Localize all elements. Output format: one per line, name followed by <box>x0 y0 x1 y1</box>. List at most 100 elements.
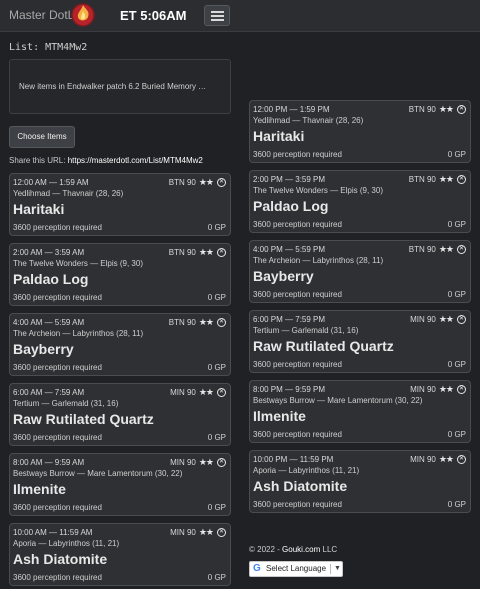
circle-x-icon[interactable]: ✕ <box>217 388 226 397</box>
card-time: 8:00 PM — 9:59 PM <box>253 385 326 394</box>
card-location: Aporia — Labyrinthos (11, 21) <box>253 466 360 475</box>
card-item-name[interactable]: Ilmenite <box>253 408 306 424</box>
circle-x-icon[interactable]: ✕ <box>457 315 466 324</box>
timer-card[interactable]: 12:00 PM — 1:59 PM BTN 90 ★★ ✕ Yedlihmad — T… <box>249 100 471 163</box>
card-location: Tertium — Garlemald (31, 16) <box>253 326 359 335</box>
card-time: 2:00 PM — 3:59 PM <box>253 175 326 184</box>
card-price: 0 GP <box>207 503 226 512</box>
share-url: Share this URL: https://masterdotl.com/L… <box>9 156 203 165</box>
stars-icon: ★★ <box>438 104 454 114</box>
circle-x-icon[interactable]: ✕ <box>217 458 226 467</box>
card-job-level: MIN 90 <box>410 315 436 324</box>
navbar: Master DotL ET 5:06AM <box>0 0 480 32</box>
card-meta: MIN 90 ★★ ✕ <box>410 384 466 395</box>
stars-icon: ★★ <box>198 527 214 537</box>
card-meta: BTN 90 ★★ ✕ <box>409 104 466 115</box>
card-item-name[interactable]: Raw Rutilated Quartz <box>13 411 154 427</box>
card-requirement: 3600 perception required <box>13 363 102 372</box>
timer-card[interactable]: 6:00 PM — 7:59 PM MIN 90 ★★ ✕ Tertium — Garl… <box>249 310 471 373</box>
circle-x-icon[interactable]: ✕ <box>457 175 466 184</box>
card-time: 6:00 PM — 7:59 PM <box>253 315 326 324</box>
card-meta: BTN 90 ★★ ✕ <box>169 317 226 328</box>
choose-items-button[interactable]: Choose Items <box>9 126 75 148</box>
card-job-level: MIN 90 <box>170 528 196 537</box>
stars-icon: ★★ <box>198 457 214 467</box>
card-job-level: MIN 90 <box>170 458 196 467</box>
card-item-name[interactable]: Ash Diatomite <box>253 478 347 494</box>
timer-card[interactable]: 2:00 PM — 3:59 PM BTN 90 ★★ ✕ The Twelve Won… <box>249 170 471 233</box>
card-location: Tertium — Garlemald (31, 16) <box>13 399 119 408</box>
card-item-name[interactable]: Haritaki <box>13 201 64 217</box>
card-requirement: 3600 perception required <box>253 290 342 299</box>
timer-card[interactable]: 2:00 AM — 3:59 AM BTN 90 ★★ ✕ The Twelve Won… <box>9 243 231 306</box>
card-item-name[interactable]: Haritaki <box>253 128 304 144</box>
card-price: 0 GP <box>207 223 226 232</box>
timer-card[interactable]: 4:00 PM — 5:59 PM BTN 90 ★★ ✕ The Archeion —… <box>249 240 471 303</box>
timer-card[interactable]: 6:00 AM — 7:59 AM MIN 90 ★★ ✕ Tertium — Garl… <box>9 383 231 446</box>
language-divider <box>330 564 331 574</box>
circle-x-icon[interactable]: ✕ <box>457 245 466 254</box>
card-price: 0 GP <box>207 573 226 582</box>
card-meta: MIN 90 ★★ ✕ <box>170 387 226 398</box>
google-g-icon: G <box>253 563 261 574</box>
card-job-level: BTN 90 <box>408 245 436 254</box>
card-item-name[interactable]: Raw Rutilated Quartz <box>253 338 394 354</box>
language-select[interactable]: G Select Language ▼ <box>249 561 343 577</box>
card-requirement: 3600 perception required <box>13 503 102 512</box>
card-meta: MIN 90 ★★ ✕ <box>410 314 466 325</box>
company-suffix: LLC <box>322 545 338 554</box>
circle-x-icon[interactable]: ✕ <box>217 248 226 257</box>
card-item-name[interactable]: Bayberry <box>13 341 74 357</box>
card-meta: MIN 90 ★★ ✕ <box>170 527 226 538</box>
timer-card[interactable]: 10:00 PM — 11:59 PM MIN 90 ★★ ✕ Aporia — Lab… <box>249 450 471 513</box>
card-item-name[interactable]: Bayberry <box>253 268 314 284</box>
card-requirement: 3600 perception required <box>253 220 342 229</box>
card-job-level: BTN 90 <box>408 105 436 114</box>
card-item-name[interactable]: Paldao Log <box>253 198 328 214</box>
circle-x-icon[interactable]: ✕ <box>217 528 226 537</box>
company-link[interactable]: Gouki.com <box>282 545 320 554</box>
card-location: The Twelve Wonders — Elpis (9, 30) <box>13 259 143 268</box>
timer-card[interactable]: 8:00 PM — 9:59 PM MIN 90 ★★ ✕ Bestways Burro… <box>249 380 471 443</box>
stars-icon: ★★ <box>438 174 454 184</box>
card-time: 4:00 AM — 5:59 AM <box>13 318 85 327</box>
card-time: 12:00 PM — 1:59 PM <box>253 105 330 114</box>
flame-logo-icon <box>71 3 95 27</box>
stars-icon: ★★ <box>198 387 214 397</box>
timer-card[interactable]: 4:00 AM — 5:59 AM BTN 90 ★★ ✕ The Archeion —… <box>9 313 231 376</box>
hamburger-menu-icon[interactable] <box>204 5 230 26</box>
timer-card[interactable]: 8:00 AM — 9:59 AM MIN 90 ★★ ✕ Bestways Burro… <box>9 453 231 516</box>
card-requirement: 3600 perception required <box>13 433 102 442</box>
card-item-name[interactable]: Paldao Log <box>13 271 88 287</box>
card-meta: BTN 90 ★★ ✕ <box>409 174 466 185</box>
chevron-down-icon: ▼ <box>334 565 341 572</box>
brand-title[interactable]: Master DotL <box>9 8 74 22</box>
card-job-level: MIN 90 <box>410 385 436 394</box>
card-item-name[interactable]: Ilmenite <box>13 481 66 497</box>
eorzea-clock: ET 5:06AM <box>120 8 187 23</box>
card-item-name[interactable]: Ash Diatomite <box>13 551 107 567</box>
card-time: 10:00 PM — 11:59 PM <box>253 455 334 464</box>
card-job-level: MIN 90 <box>170 388 196 397</box>
stars-icon: ★★ <box>198 177 214 187</box>
circle-x-icon[interactable]: ✕ <box>457 105 466 114</box>
timer-card[interactable]: 10:00 AM — 11:59 AM MIN 90 ★★ ✕ Aporia — Lab… <box>9 523 231 586</box>
card-price: 0 GP <box>447 360 466 369</box>
card-time: 10:00 AM — 11:59 AM <box>13 528 93 537</box>
timer-card[interactable]: 12:00 AM — 1:59 AM BTN 90 ★★ ✕ Yedlihmad — T… <box>9 173 231 236</box>
circle-x-icon[interactable]: ✕ <box>217 178 226 187</box>
share-link[interactable]: https://masterdotl.com/List/MTM4Mw2 <box>68 156 203 165</box>
footer: © 2022 - Gouki.com LLC <box>249 545 337 554</box>
stars-icon: ★★ <box>438 384 454 394</box>
circle-x-icon[interactable]: ✕ <box>457 455 466 464</box>
card-time: 8:00 AM — 9:59 AM <box>13 458 85 467</box>
circle-x-icon[interactable]: ✕ <box>217 318 226 327</box>
list-label: List: MTM4Mw2 <box>9 42 88 53</box>
card-location: Yedlihmad — Thavnair (28, 26) <box>253 116 364 125</box>
card-job-level: BTN 90 <box>168 318 196 327</box>
circle-x-icon[interactable]: ✕ <box>457 385 466 394</box>
stars-icon: ★★ <box>198 247 214 257</box>
stars-icon: ★★ <box>438 454 454 464</box>
card-time: 6:00 AM — 7:59 AM <box>13 388 85 397</box>
card-job-level: BTN 90 <box>408 175 436 184</box>
